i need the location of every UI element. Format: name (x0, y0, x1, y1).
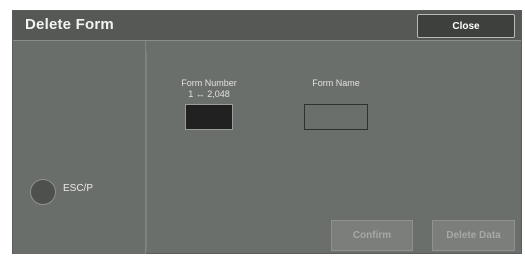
esc-p-label: ESC/P (63, 183, 94, 194)
form-number-label: Form Number (181, 78, 237, 88)
delete-data-button[interactable]: Delete Data (432, 220, 515, 251)
printer-language-panel: ESC/P (13, 41, 146, 254)
form-number-range: 1 ↔ 2,048 (188, 89, 230, 99)
screen-title: Delete Form (25, 16, 114, 33)
panel-divider (146, 51, 147, 251)
form-name-field[interactable] (304, 104, 368, 130)
title-bar: Delete Form Close (13, 11, 521, 41)
delete-form-screen: Delete Form Close ESC/P Form Number 1 ↔ … (12, 10, 522, 254)
close-button[interactable]: Close (417, 14, 515, 38)
esc-p-radio-button[interactable] (30, 179, 56, 205)
form-number-field[interactable] (185, 104, 233, 130)
form-name-label: Form Name (312, 78, 360, 88)
confirm-button[interactable]: Confirm (331, 220, 413, 251)
